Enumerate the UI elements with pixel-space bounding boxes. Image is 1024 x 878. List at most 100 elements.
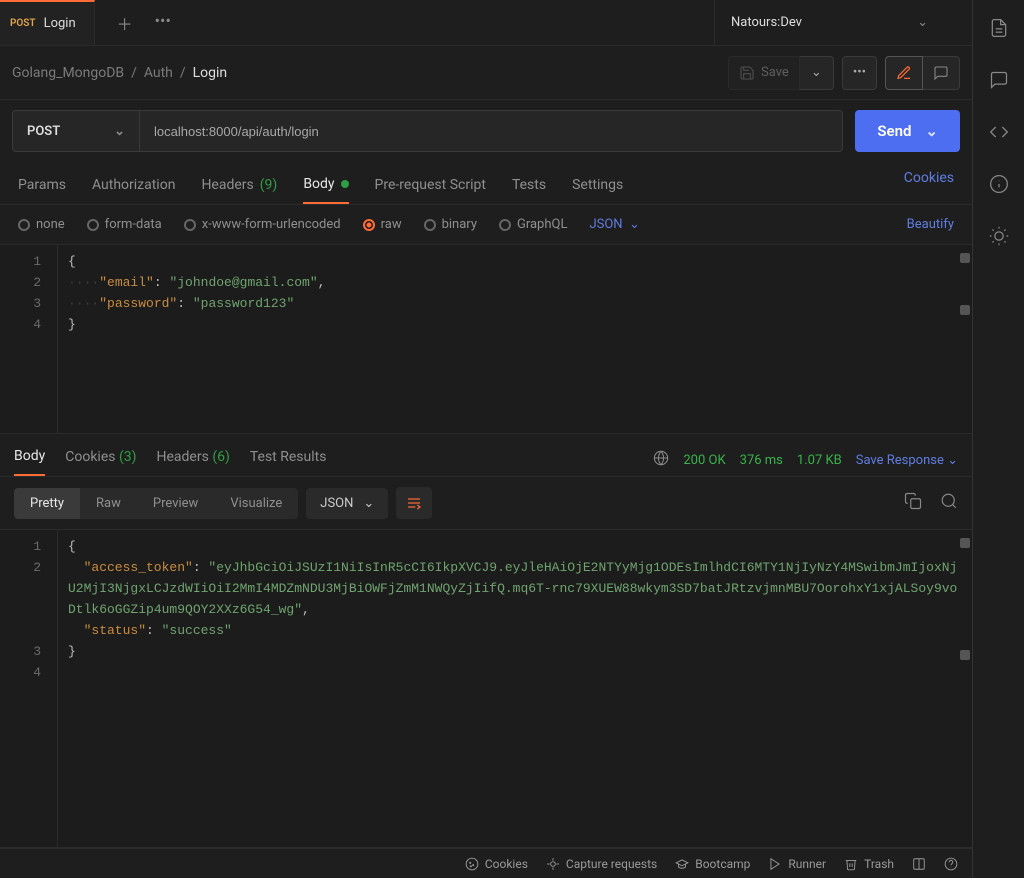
line-gutter: 1 2 3 4 [0,245,58,433]
footer-trash[interactable]: Trash [844,857,894,871]
environment-name: Natours:Dev [731,15,802,30]
view-pretty[interactable]: Pretty [14,488,80,519]
save-label: Save [761,65,789,80]
response-tab-headers-count: (6) [212,449,230,465]
chevron-down-icon: ⌄ [917,15,928,30]
tab-body[interactable]: Body [303,170,348,204]
url-input[interactable] [140,110,843,152]
status-text: OK [709,453,726,468]
tab-headers-label: Headers [201,177,253,193]
save-dropdown[interactable]: ⌄ [800,56,834,90]
view-raw[interactable]: Raw [80,488,137,519]
http-method-select[interactable]: POST ⌄ [12,110,140,152]
search-icon[interactable] [940,492,958,514]
request-header-row: Golang_MongoDB / Auth / Login Save ⌄ ••• [0,46,972,100]
response-tab-body[interactable]: Body [14,444,45,476]
footer-trash-label: Trash [864,857,894,871]
scrollbar-thumb[interactable] [960,650,970,660]
comments-icon[interactable] [989,70,1009,94]
request-body-editor[interactable]: 1 2 3 4 { ····"email": "johndoe@gmail.co… [0,244,972,434]
body-type-graphql-label: GraphQL [517,217,567,232]
response-tab-cookies[interactable]: Cookies (3) [65,445,136,475]
body-type-graphql[interactable]: GraphQL [499,217,567,232]
comment-mode-button[interactable] [923,56,960,90]
wrap-lines-button[interactable] [396,487,432,519]
view-visualize[interactable]: Visualize [214,488,298,519]
tab-headers-count: (9) [260,177,278,193]
body-type-binary[interactable]: binary [424,217,477,232]
code-icon[interactable] [989,122,1009,146]
tab-strip: POST Login ＋ ••• Natours:Dev ⌄ [0,0,972,46]
footer-bar: Cookies Capture requests Bootcamp Runner… [0,848,972,878]
content-type-select[interactable]: JSON ⌄ [589,217,639,232]
tab-body-label: Body [303,176,334,192]
footer-runner[interactable]: Runner [768,857,826,871]
request-tab[interactable]: POST Login [0,0,95,45]
scrollbar-thumb[interactable] [960,538,970,548]
breadcrumb-workspace[interactable]: Golang_MongoDB [12,65,124,81]
request-body-code[interactable]: { ····"email": "johndoe@gmail.com", ····… [58,245,972,433]
body-type-formdata[interactable]: form-data [87,217,162,232]
chevron-down-icon[interactable]: ⌄ [925,122,938,140]
related-icon[interactable] [989,226,1009,250]
body-type-radio-row: none form-data x-www-form-urlencoded raw… [0,205,972,244]
save-response-label: Save Response [856,453,944,468]
edit-mode-button[interactable] [885,56,923,90]
cookies-link[interactable]: Cookies [904,170,954,204]
breadcrumb-request: Login [193,65,228,81]
response-tab-headers[interactable]: Headers (6) [157,445,230,475]
more-options-button[interactable]: ••• [842,56,877,90]
body-type-raw[interactable]: raw [363,217,402,232]
tab-title: Login [44,16,76,31]
breadcrumb[interactable]: Golang_MongoDB / Auth / Login [12,65,227,81]
tab-tests[interactable]: Tests [512,170,546,204]
eye-icon[interactable] [944,15,972,30]
tab-headers[interactable]: Headers (9) [201,170,277,204]
scrollbar-thumb[interactable] [960,253,970,263]
footer-bootcamp[interactable]: Bootcamp [675,857,750,871]
globe-icon[interactable] [653,450,669,470]
breadcrumb-folder[interactable]: Auth [144,65,173,81]
copy-icon[interactable] [904,492,922,514]
request-tabs: Params Authorization Headers (9) Body Pr… [0,162,972,205]
content-type-label: JSON [589,217,622,232]
tab-method-badge: POST [10,18,36,29]
response-tab-cookies-count: (3) [119,449,137,465]
footer-panes-icon[interactable] [912,857,926,871]
tab-options-button[interactable]: ••• [155,11,171,35]
scrollbar-thumb[interactable] [960,305,970,315]
footer-cookies[interactable]: Cookies [465,857,528,871]
tab-params[interactable]: Params [18,170,66,204]
body-type-formdata-label: form-data [105,217,162,232]
url-row: POST ⌄ Send ⌄ [0,100,972,162]
documentation-icon[interactable] [989,18,1009,42]
new-tab-button[interactable]: ＋ [117,11,133,35]
environment-selector[interactable]: Natours:Dev ⌄ [714,0,944,45]
response-format-label: JSON [320,496,353,511]
save-response-button[interactable]: Save Response ⌄ [856,453,958,468]
footer-cookies-label: Cookies [485,857,528,871]
body-type-xwww[interactable]: x-www-form-urlencoded [184,217,341,232]
beautify-link[interactable]: Beautify [907,217,954,232]
info-icon[interactable] [989,174,1009,198]
body-type-binary-label: binary [442,217,477,232]
body-type-none[interactable]: none [18,217,65,232]
tab-authorization[interactable]: Authorization [92,170,175,204]
view-preview[interactable]: Preview [137,488,214,519]
save-button[interactable]: Save [728,56,800,90]
response-format-select[interactable]: JSON⌄ [306,488,388,519]
tab-settings[interactable]: Settings [572,170,623,204]
http-method-value: POST [27,124,60,139]
footer-capture-label: Capture requests [566,857,657,871]
response-tab-testresults[interactable]: Test Results [250,445,327,475]
footer-help-icon[interactable] [944,857,958,871]
footer-capture[interactable]: Capture requests [546,857,657,871]
send-button[interactable]: Send ⌄ [855,110,960,152]
response-body-editor[interactable]: 1 2 3 4 { "access_token": "eyJhbGciOiJSU… [0,529,972,848]
response-body-code[interactable]: { "access_token": "eyJhbGciOiJSUzI1NiIsI… [58,530,972,847]
body-type-xwww-label: x-www-form-urlencoded [202,217,341,232]
response-view-segment: Pretty Raw Preview Visualize [14,488,298,519]
tab-prerequest[interactable]: Pre-request Script [375,170,486,204]
body-type-none-label: none [36,217,65,232]
send-label: Send [877,122,911,140]
